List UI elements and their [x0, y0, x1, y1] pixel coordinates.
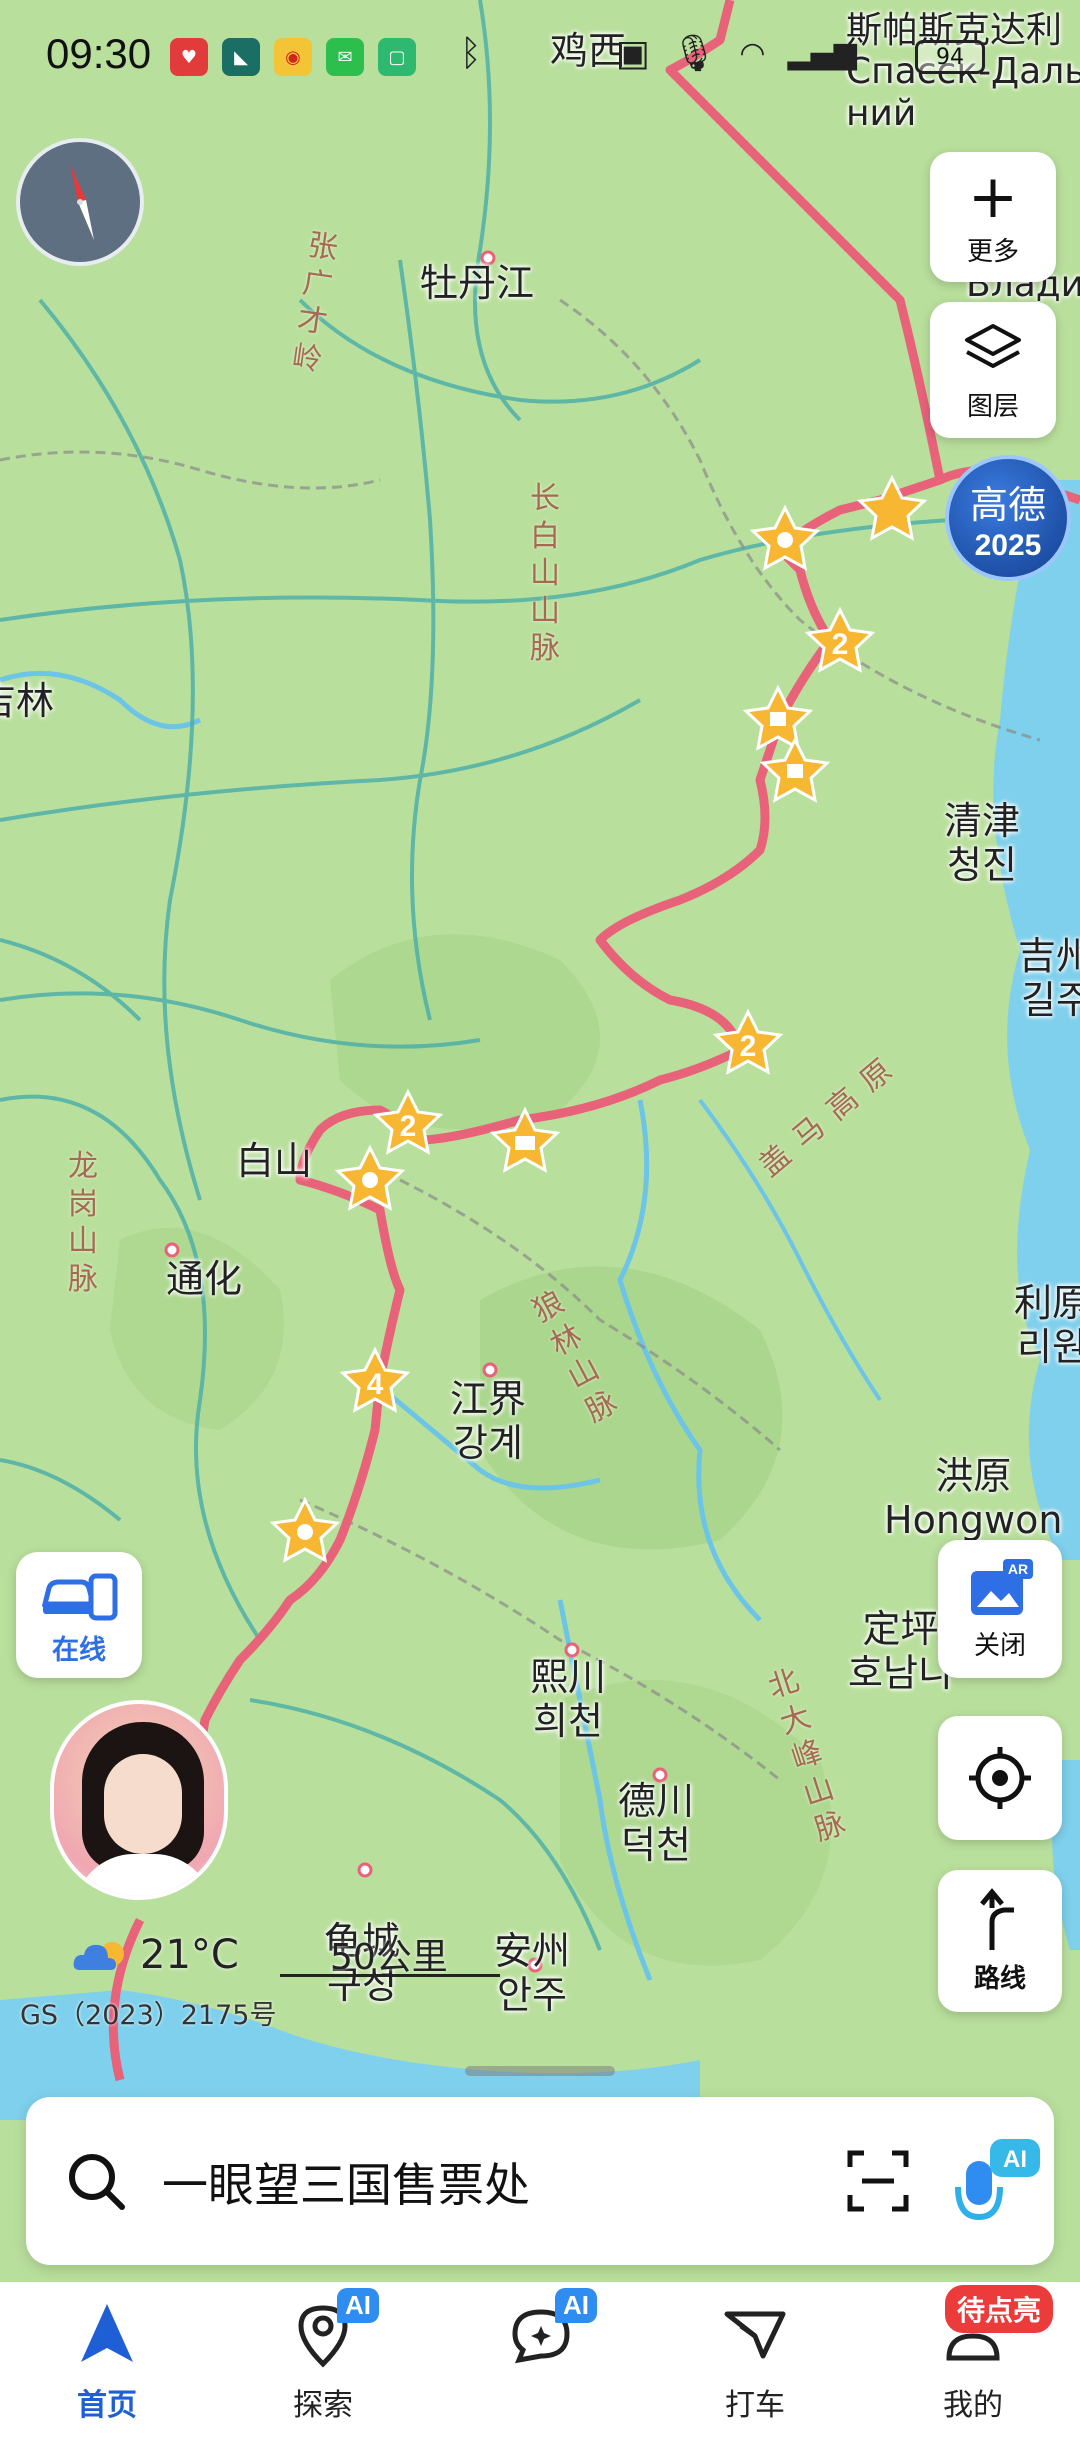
route-button[interactable]: 路线	[938, 1870, 1062, 2012]
app-icon: ▢	[378, 38, 416, 76]
notification-icons: ♥ ◣ ◉ ✉ ▢	[170, 38, 416, 76]
online-car-button[interactable]: 在线	[16, 1552, 142, 1678]
marker-label: 2	[832, 628, 849, 661]
tab-label: 探索	[293, 2388, 353, 2423]
drag-handle[interactable]	[465, 2066, 615, 2076]
scale-label: 50公里	[330, 1937, 448, 1978]
weather-temp: 21°C	[140, 1932, 239, 1978]
route-label: 路线	[973, 1963, 1026, 1994]
city-label-hongwon: 洪原 Hongwon	[884, 1454, 1063, 1542]
locate-me-button[interactable]	[938, 1716, 1062, 1840]
cloud-sun-icon	[73, 1942, 124, 1970]
svg-text:AI: AI	[1003, 2146, 1027, 2173]
search-bar[interactable]: 一眼望三国售票处 AI	[26, 2097, 1054, 2265]
tab-label: 我的	[943, 2388, 1003, 2423]
city-label-tokchon: 德川 덕천	[618, 1779, 695, 1867]
compass-icon	[70, 164, 94, 240]
marker-label: 2	[400, 1110, 417, 1143]
vibrate-icon: ▣	[615, 32, 650, 74]
layers-button[interactable]: 图层	[930, 302, 1056, 438]
taxi-flag-icon	[724, 2311, 786, 2359]
marker-label: 2	[740, 1030, 757, 1063]
status-bar: 09:30 ♥ ◣ ◉ ✉ ▢ ᛒ ▣ 🎙︎ ◠ ▂▄▆ 94	[0, 0, 1080, 110]
ar-toggle-button[interactable]: AR 关闭	[938, 1540, 1062, 1678]
search-icon	[69, 2154, 125, 2210]
plus-icon: +	[967, 161, 1019, 232]
ar-label: 关闭	[973, 1630, 1026, 1661]
city-label-kilju: 吉州 길주	[1018, 934, 1080, 1022]
search-input[interactable]: 一眼望三国售票处	[162, 2149, 530, 2215]
amap-2025-promo-button[interactable]: 高德 2025	[945, 455, 1071, 581]
signal-icon: ▂▄▆	[787, 35, 857, 71]
more-button[interactable]: + 更多	[930, 152, 1056, 282]
bluetooth-icon: ᛒ	[460, 32, 482, 74]
city-label-baishan: 白山	[236, 1139, 313, 1183]
tab-label: 打车	[725, 2388, 785, 2423]
mine-badge: 待点亮	[945, 2285, 1054, 2333]
app-icon: ◣	[222, 38, 260, 76]
mountain-label-changbai: 长白山山脉	[530, 481, 560, 666]
ai-badge: AI	[337, 2288, 379, 2323]
ai-badge: AI	[555, 2288, 597, 2323]
mountain-label-longgang: 龙岗山脉	[68, 1149, 98, 1297]
system-icons: ᛒ ▣ 🎙︎ ◠ ▂▄▆	[460, 32, 857, 75]
city-label-huichon: 熙川 희천	[530, 1655, 607, 1743]
huawei-health-icon: ♥	[170, 38, 208, 76]
map-approval-number: GS（2023）2175号	[20, 2000, 277, 2031]
svg-text:AR: AR	[1008, 1561, 1028, 1577]
ai-voice-icon[interactable]: AI	[946, 2131, 1046, 2231]
city-label-mudanjiang: 牡丹江	[420, 261, 535, 305]
city-label-jilin: 吉林	[0, 679, 55, 723]
city-label-ganggye: 江界 강계	[450, 1377, 527, 1465]
status-time: 09:30	[46, 30, 152, 77]
marker-label: 4	[367, 1368, 384, 1401]
city-label-chongjin: 清津 청진	[944, 799, 1021, 887]
compass-button[interactable]	[16, 138, 144, 266]
city-label-anju: 安州 안주	[494, 1929, 571, 2017]
bottom-tab-bar: 首页 AI 探索 AI 打车 我的	[0, 2282, 1080, 2440]
online-label: 在线	[52, 1634, 106, 1666]
crosshair-icon	[969, 1747, 1031, 1809]
tab-ai-chat[interactable]: AI	[466, 2288, 616, 2428]
tab-home[interactable]: 首页	[32, 2298, 182, 2428]
wechat-icon: ✉	[326, 38, 364, 76]
promo-year: 2025	[974, 528, 1042, 562]
map-scale: 50公里	[280, 1928, 500, 1978]
city-label-tonghua: 通化	[166, 1257, 243, 1301]
ar-icon: AR	[971, 1558, 1033, 1615]
tab-label: 首页	[77, 2388, 137, 2423]
mic-icon: 🎙︎	[671, 33, 718, 74]
tab-explore[interactable]: AI 探索	[248, 2288, 398, 2428]
navigation-arrow-icon	[81, 2304, 133, 2362]
promo-text: 高德	[969, 482, 1046, 527]
chat-bubble-icon: AI	[505, 2288, 597, 2370]
scan-icon[interactable]	[846, 2149, 910, 2213]
route-turn-icon	[980, 1887, 1014, 1950]
wifi-icon: ◠	[739, 35, 766, 71]
more-label: 更多	[966, 236, 1019, 267]
tab-taxi[interactable]: 打车	[680, 2298, 830, 2428]
layers-label: 图层	[966, 391, 1019, 422]
assistant-avatar[interactable]	[50, 1700, 228, 1900]
battery-indicator: 94	[915, 40, 985, 74]
car-phone-icon	[41, 1573, 118, 1620]
explore-icon: AI	[287, 2288, 379, 2370]
weibo-icon: ◉	[274, 38, 312, 76]
layers-icon	[965, 323, 1021, 368]
city-label-riwon: 利原 리원	[1014, 1281, 1080, 1369]
weather-widget[interactable]: 21°C	[70, 1930, 239, 1980]
